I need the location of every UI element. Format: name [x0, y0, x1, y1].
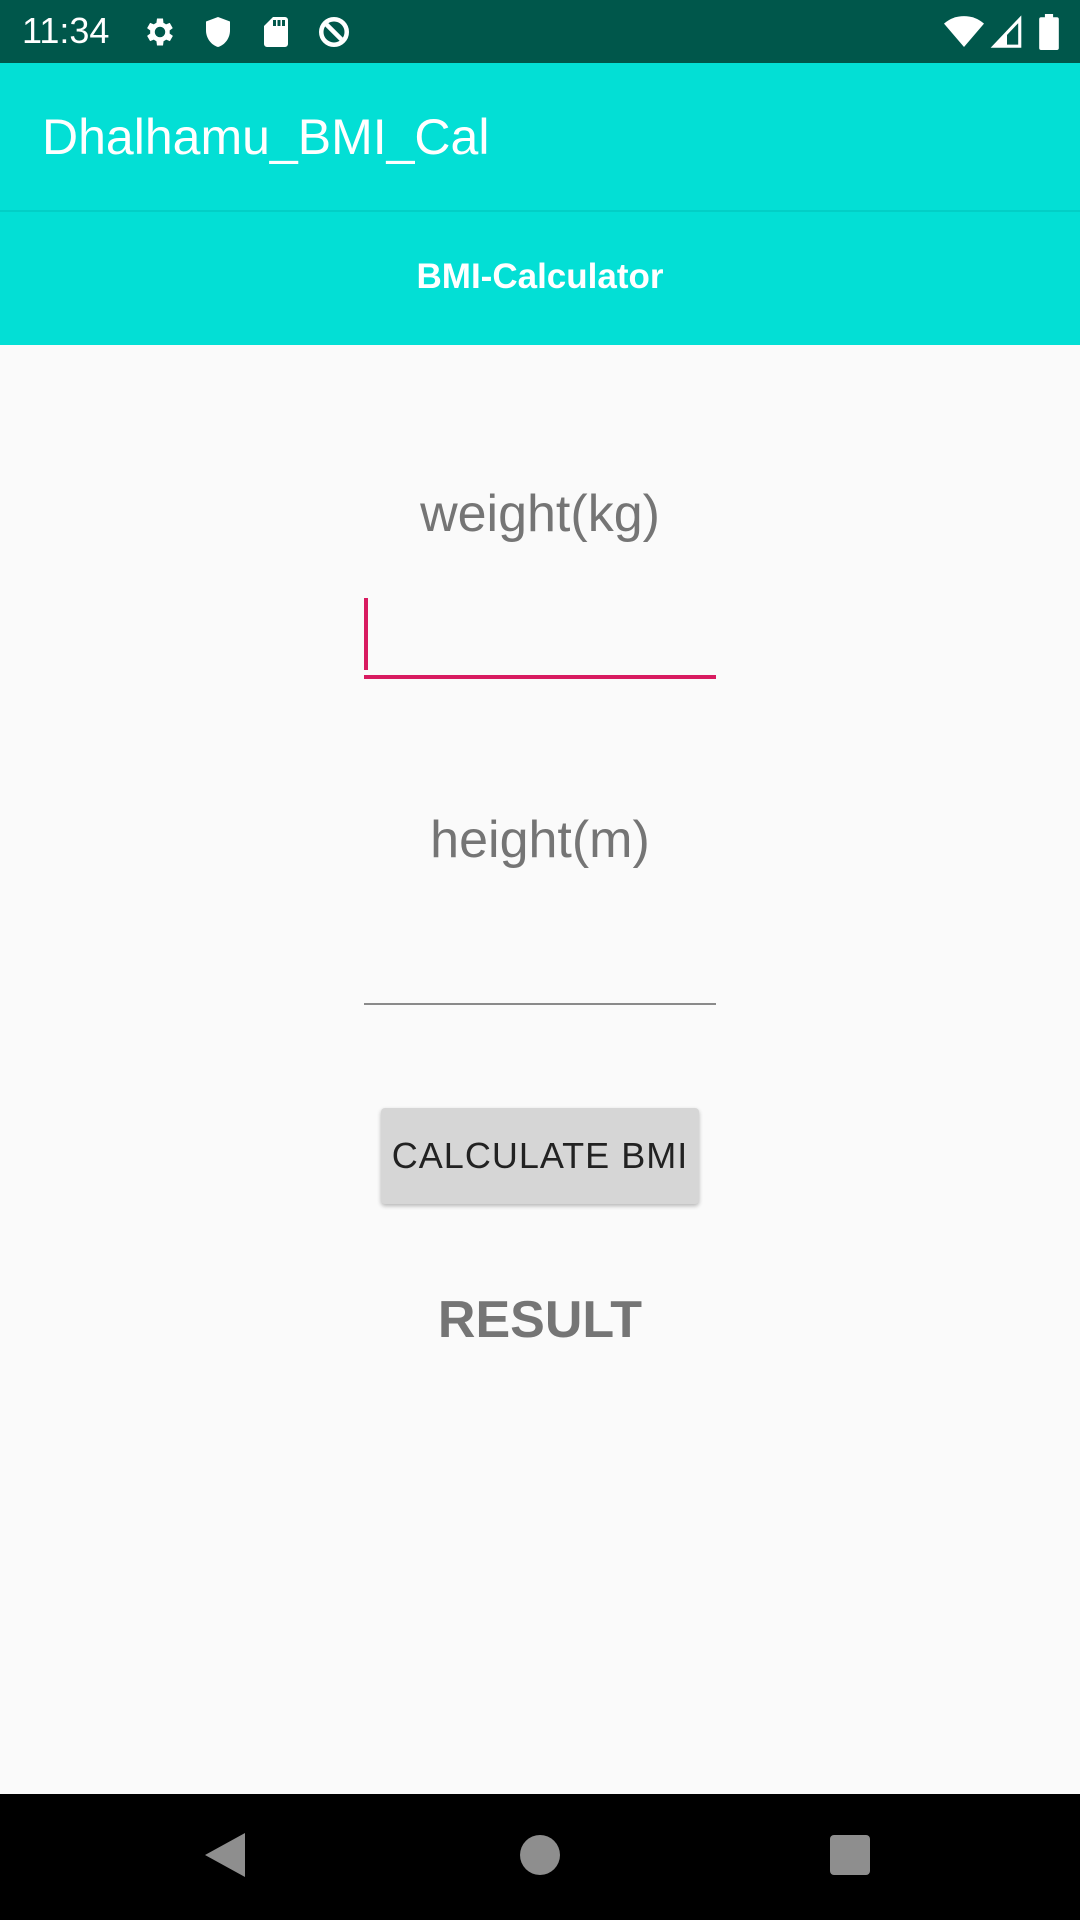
back-icon [203, 1831, 247, 1884]
height-input-underline [364, 1003, 716, 1005]
status-time: 11:34 [22, 10, 110, 51]
shield-icon [200, 14, 236, 50]
status-bar: 11:34 [0, 0, 1080, 63]
navigation-bar [0, 1794, 1080, 1920]
header-title: BMI-Calculator [416, 257, 664, 296]
recents-icon [830, 1834, 870, 1880]
wifi-icon [944, 14, 984, 50]
height-label: height(m) [430, 811, 650, 869]
back-button[interactable] [190, 1822, 260, 1892]
text-cursor [364, 598, 368, 670]
result-text: RESULT [437, 1291, 643, 1349]
weight-input-underline [364, 675, 716, 679]
calculate-bmi-button[interactable]: CALCULATE BMI [381, 1108, 699, 1204]
cellular-signal-icon [990, 14, 1026, 50]
weight-input[interactable] [364, 600, 716, 670]
home-button[interactable] [505, 1822, 575, 1892]
app-bar: Dhalhamu_BMI_Cal [0, 63, 1080, 210]
battery-icon [1038, 14, 1060, 50]
recents-button[interactable] [815, 1822, 885, 1892]
header-banner: BMI-Calculator [0, 212, 1080, 345]
gear-icon [142, 14, 178, 50]
weight-label: weight(kg) [420, 485, 660, 543]
sd-card-icon [258, 14, 294, 50]
home-icon [520, 1834, 560, 1880]
app-title: Dhalhamu_BMI_Cal [42, 109, 490, 165]
data-saver-icon [316, 14, 352, 50]
height-input[interactable] [364, 930, 716, 1000]
